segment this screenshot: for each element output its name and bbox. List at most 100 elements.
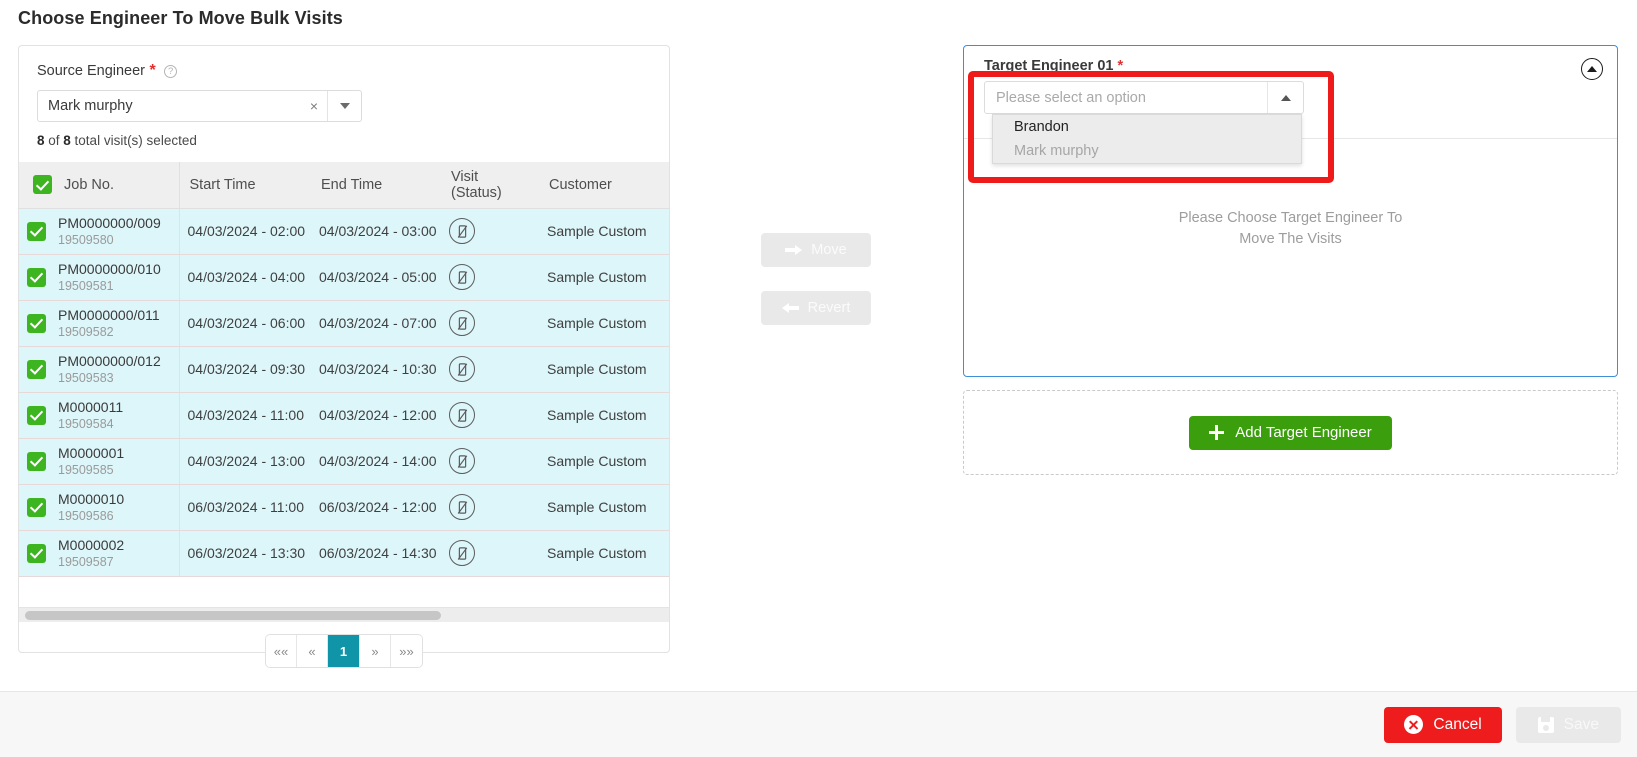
cell-start-time: 04/03/2024 - 11:00: [179, 392, 311, 439]
cell-start-time: 06/03/2024 - 11:00: [179, 484, 311, 531]
page-root: Choose Engineer To Move Bulk Visits Sour…: [0, 0, 1637, 757]
dropdown-option-brandon[interactable]: Brandon: [993, 115, 1301, 139]
job-no-text: M0000002 19509587: [58, 537, 124, 570]
mobile-off-icon: [449, 402, 475, 428]
job-id-value: 19509582: [58, 324, 114, 339]
job-no-value: PM0000000/010: [58, 260, 161, 277]
clear-icon[interactable]: ×: [301, 98, 327, 114]
row-checkbox[interactable]: [27, 221, 46, 241]
pagination-last[interactable]: »»: [391, 635, 422, 667]
mobile-off-icon: [449, 356, 475, 382]
source-engineer-label: Source Engineer: [37, 63, 146, 79]
pagination: «« « 1 » »»: [19, 635, 669, 667]
question-circle-icon[interactable]: ?: [164, 65, 178, 78]
required-asterisk: *: [149, 62, 156, 79]
source-engineer-select[interactable]: Mark murphy ×: [37, 90, 362, 122]
pagination-first[interactable]: ««: [266, 635, 297, 667]
cell-customer: Sample Custom: [539, 208, 669, 255]
target-empty-message: Please Choose Target Engineer To Move Th…: [964, 208, 1617, 250]
pagination-prev[interactable]: «: [297, 635, 328, 667]
job-no-value: M0000011: [58, 398, 124, 415]
target-engineer-placeholder: Please select an option: [996, 89, 1146, 106]
job-no-text: M0000010 19509586: [58, 491, 124, 524]
cell-visit-status: [441, 254, 539, 301]
selected-count-suffix: total visit(s) selected: [70, 133, 197, 148]
save-button[interactable]: Save: [1515, 706, 1621, 743]
table-row: M0000002 19509587 06/03/2024 - 13:30 06/03/…: [19, 530, 669, 577]
cell-start-time: 06/03/2024 - 13:30: [179, 530, 311, 577]
job-no-text: PM0000000/010 19509581: [58, 261, 161, 294]
save-button-label: Save: [1563, 715, 1599, 733]
row-checkbox[interactable]: [27, 313, 46, 333]
target-empty-line-1: Please Choose Target Engineer To: [1178, 210, 1403, 226]
move-button-label: Move: [811, 242, 847, 258]
row-checkbox[interactable]: [27, 497, 46, 517]
visits-table-body: PM0000000/009 19509580 04/03/2024 - 02:00 0…: [19, 208, 669, 577]
job-no-text: M0000011 19509584: [58, 399, 123, 432]
chevron-down-icon[interactable]: [327, 91, 361, 121]
selected-count-text: 8 of 8 total visit(s) selected: [37, 133, 651, 148]
job-no-value: M0000002: [58, 536, 125, 553]
pagination-next[interactable]: »: [360, 635, 391, 667]
cell-visit-status: [441, 208, 539, 255]
column-job-no-label: Job No.: [64, 176, 114, 193]
cell-start-time: 04/03/2024 - 09:30: [179, 346, 311, 393]
table-row: M0000001 19509585 04/03/2024 - 13:00 04/03/…: [19, 438, 669, 485]
job-id-value: 19509580: [58, 232, 114, 247]
move-button[interactable]: Move: [761, 233, 871, 267]
cell-start-time: 04/03/2024 - 02:00: [179, 208, 311, 255]
job-id-value: 19509585: [58, 462, 114, 477]
cancel-button[interactable]: Cancel: [1384, 706, 1502, 743]
source-engineer-block: Source Engineer * ? Mark murphy × 8 of 8…: [19, 46, 669, 154]
column-visit-status: Visit (Status): [441, 162, 539, 209]
cell-end-time: 04/03/2024 - 14:00: [311, 438, 441, 485]
cell-job-no: PM0000000/010 19509581: [19, 254, 180, 301]
target-engineer-select[interactable]: Please select an option: [984, 81, 1304, 114]
floppy-disk-icon: [1537, 716, 1554, 733]
job-no-text: PM0000000/009 19509580: [58, 215, 161, 248]
job-no-value: PM0000000/011: [58, 306, 160, 323]
cell-customer: Sample Custom: [539, 300, 669, 347]
cell-visit-status: [441, 300, 539, 347]
source-engineer-value: Mark murphy: [48, 98, 133, 114]
row-checkbox[interactable]: [27, 405, 46, 425]
table-row: M0000010 19509586 06/03/2024 - 11:00 06/03/…: [19, 484, 669, 531]
job-id-value: 19509587: [58, 554, 114, 569]
cell-job-no: PM0000000/009 19509580: [19, 208, 180, 255]
table-header-row: Job No. Start Time End Time Visit (Statu…: [19, 162, 669, 209]
cell-customer: Sample Custom: [539, 484, 669, 531]
row-checkbox[interactable]: [27, 359, 46, 379]
table-row: PM0000000/012 19509583 04/03/2024 - 09:30 0…: [19, 346, 669, 393]
revert-button[interactable]: Revert: [761, 291, 871, 325]
visits-table-wrap: Job No. Start Time End Time Visit (Statu…: [19, 162, 669, 577]
source-engineer-panel: Source Engineer * ? Mark murphy × 8 of 8…: [18, 45, 670, 667]
chevron-up-icon[interactable]: [1267, 82, 1303, 113]
chevron-up-circle-icon[interactable]: [1581, 58, 1603, 80]
select-all-checkbox[interactable]: [33, 175, 52, 195]
cell-visit-status: [441, 346, 539, 393]
pagination-page-1[interactable]: 1: [328, 635, 360, 667]
row-checkbox[interactable]: [27, 451, 46, 471]
selected-count-total: 8: [63, 133, 71, 148]
page-title: Choose Engineer To Move Bulk Visits: [18, 8, 343, 28]
mobile-off-icon: [449, 448, 475, 474]
cell-customer: Sample Custom: [539, 530, 669, 577]
row-checkbox[interactable]: [27, 267, 46, 287]
cell-visit-status: [441, 530, 539, 577]
cell-start-time: 04/03/2024 - 06:00: [179, 300, 311, 347]
cell-customer: Sample Custom: [539, 438, 669, 485]
table-horizontal-scrollbar[interactable]: [19, 607, 669, 622]
add-target-engineer-button[interactable]: Add Target Engineer: [1189, 415, 1392, 450]
row-checkbox[interactable]: [27, 543, 46, 563]
mobile-off-icon: [449, 264, 475, 290]
column-start-time: Start Time: [179, 162, 311, 209]
pagination-group: «« « 1 » »»: [266, 635, 422, 667]
cell-visit-status: [441, 392, 539, 439]
cell-customer: Sample Custom: [539, 254, 669, 301]
job-no-value: M0000001: [58, 444, 125, 461]
target-required-asterisk: *: [1117, 58, 1124, 74]
visits-table: Job No. Start Time End Time Visit (Statu…: [19, 162, 669, 577]
mobile-off-icon: [449, 310, 475, 336]
scrollbar-thumb[interactable]: [25, 611, 441, 620]
cell-visit-status: [441, 484, 539, 531]
